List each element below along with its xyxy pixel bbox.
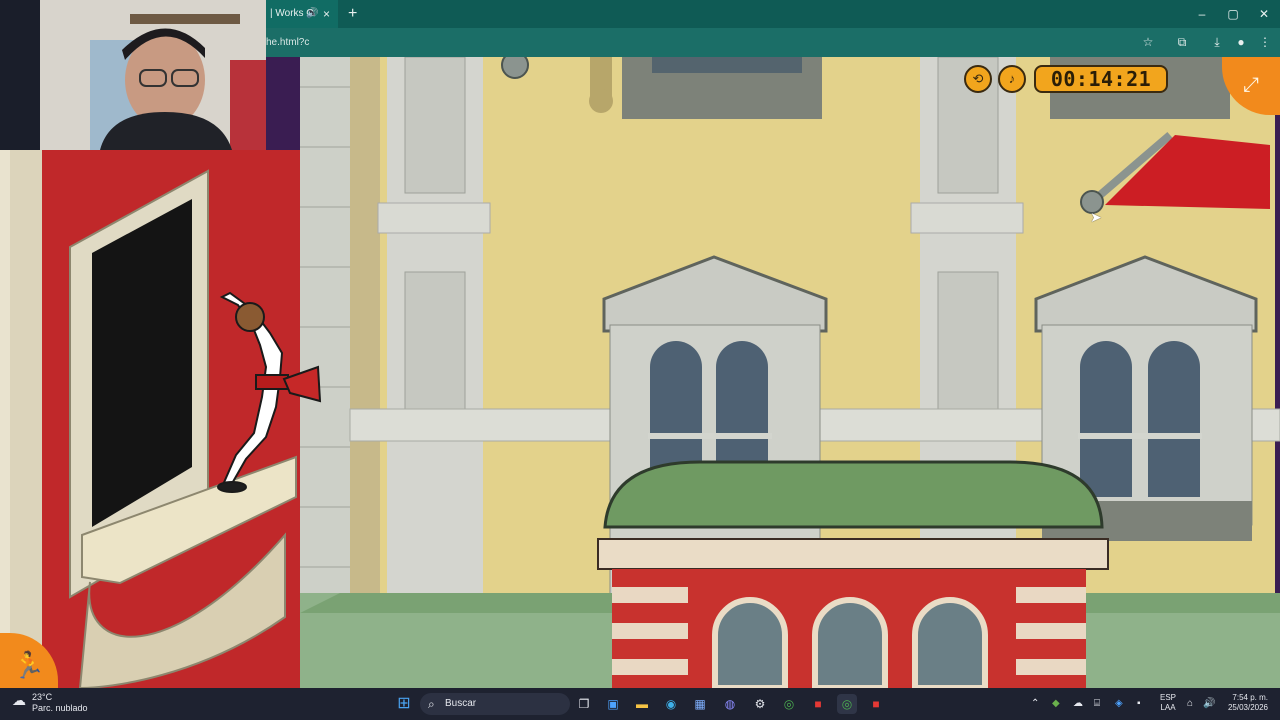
store-icon[interactable]: ▦: [690, 694, 710, 714]
clock[interactable]: 7:54 p. m. 25/03/2026: [1222, 693, 1268, 713]
settings-icon[interactable]: ⚙: [750, 694, 770, 714]
app-icon-red[interactable]: ■: [808, 694, 828, 714]
volume-icon[interactable]: 🔊: [1203, 694, 1215, 714]
speaker-icon[interactable]: 🔊: [306, 0, 318, 28]
nvidia-icon[interactable]: ▪: [1137, 694, 1141, 714]
music-icon[interactable]: ♪: [998, 65, 1026, 93]
search-icon: ⌕: [428, 697, 435, 711]
search-placeholder: Buscar: [445, 698, 477, 709]
maximize-button[interactable]: ▢: [1219, 0, 1247, 28]
restart-icon[interactable]: ⟲: [964, 65, 992, 93]
task-view-icon[interactable]: ❐: [574, 694, 594, 714]
windows-start-icon[interactable]: ⊞: [394, 694, 414, 714]
weather-temp: 23°C: [32, 692, 53, 702]
webcam-feed: [0, 0, 266, 150]
browser-tab[interactable]: | Works O 🔊 ×: [266, 0, 338, 28]
edge-icon[interactable]: ◉: [661, 694, 681, 714]
new-tab-button[interactable]: +: [348, 0, 357, 27]
app-icon-red-2[interactable]: ■: [866, 694, 886, 714]
address-bar: he.html?c ☆ ⧉ ⤓ ● ⋮: [266, 28, 1280, 57]
network-icon[interactable]: ⌂: [1187, 694, 1193, 714]
clock-date: 25/03/2026: [1227, 703, 1268, 712]
browser-tab-bar: | Works O 🔊 × + – ▢ ✕: [266, 0, 1280, 28]
cloud-icon: ☁: [12, 692, 26, 708]
taskbar: ☁ 23°C Parc. nublado ⊞ ⌕ Buscar ❐ ▣ ▬ ◉ …: [0, 688, 1280, 720]
usb-icon[interactable]: ⌸: [1094, 694, 1100, 714]
weather-desc: Parc. nublado: [32, 703, 88, 713]
clock-time: 7:54 p. m.: [1232, 693, 1268, 702]
mouse-cursor-icon: ➤: [1090, 209, 1102, 225]
file-explorer-icon[interactable]: ▬: [632, 694, 652, 714]
url-text[interactable]: he.html?c: [266, 28, 309, 57]
profile-avatar[interactable]: ●: [1231, 28, 1251, 57]
lang-bottom: LAA: [1160, 703, 1176, 712]
close-icon[interactable]: ×: [323, 0, 330, 28]
menu-icon[interactable]: ⋮: [1255, 28, 1275, 57]
tray-shield-icon[interactable]: ◈: [1115, 694, 1123, 714]
language-indicator[interactable]: ESP LAA: [1158, 693, 1178, 713]
minimize-button[interactable]: –: [1188, 0, 1216, 28]
widgets-icon[interactable]: ▣: [603, 694, 623, 714]
star-icon[interactable]: ☆: [1138, 28, 1158, 57]
chrome-icon[interactable]: ◎: [779, 694, 799, 714]
search-box[interactable]: ⌕ Buscar: [420, 693, 570, 715]
lang-top: ESP: [1159, 693, 1176, 702]
chevron-up-icon[interactable]: ⌃: [1031, 694, 1039, 714]
webcam-overlay: [0, 0, 266, 150]
chrome-active-icon[interactable]: ◎: [837, 694, 857, 714]
tray-app-icon[interactable]: ◆: [1052, 694, 1060, 714]
game-canvas[interactable]: ⟲ ♪ 00:14:21 ⤢ 🏃 ➤: [0, 57, 1280, 688]
game-timer: 00:14:21: [1034, 65, 1168, 93]
cloud-sync-icon[interactable]: ☁: [1073, 694, 1083, 714]
extensions-icon[interactable]: ⧉: [1172, 28, 1192, 57]
close-window-button[interactable]: ✕: [1250, 0, 1278, 28]
download-icon[interactable]: ⤓: [1207, 28, 1227, 57]
discord-icon[interactable]: ◍: [720, 694, 740, 714]
game-scene: [0, 57, 1280, 688]
